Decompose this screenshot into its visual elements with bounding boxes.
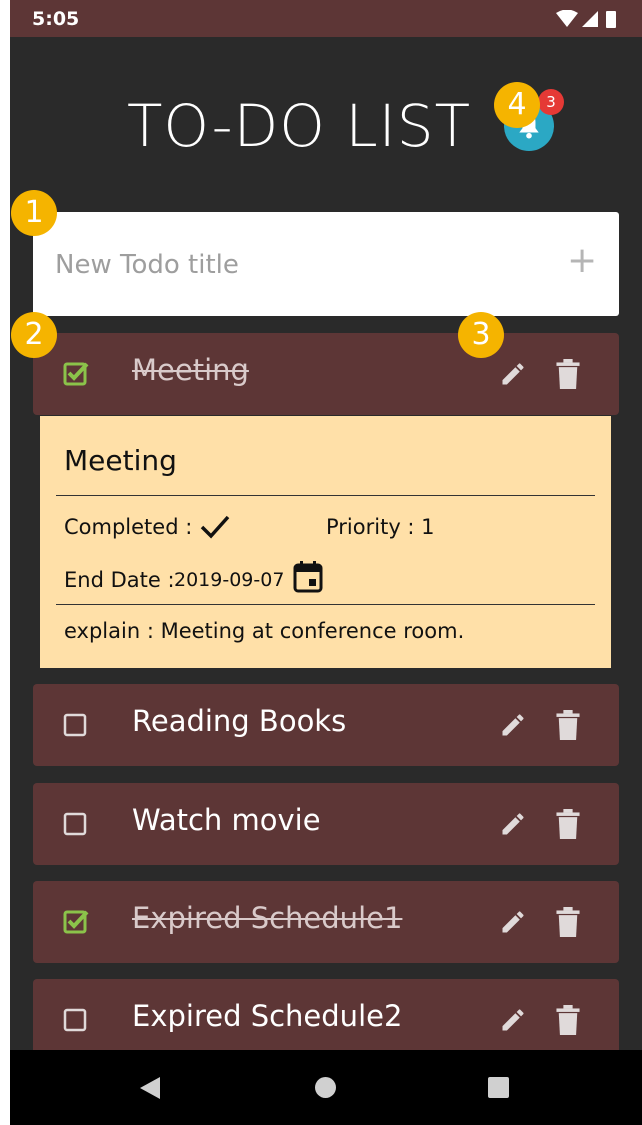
calendar-icon[interactable] [293, 561, 323, 593]
end-date-value: 2019-09-07 [174, 569, 285, 591]
todo-title: Watch movie [132, 803, 321, 837]
checkmark-icon [200, 515, 230, 539]
pencil-icon[interactable] [499, 360, 527, 388]
wifi-icon [556, 10, 578, 27]
marker-4: 4 [494, 82, 540, 128]
explain-text: explain : Meeting at conference room. [64, 619, 465, 643]
battery-icon [606, 11, 616, 28]
divider [56, 604, 595, 605]
trash-icon[interactable] [556, 1005, 580, 1035]
pencil-icon[interactable] [499, 810, 527, 838]
todo-title: Expired Schedule1 [132, 901, 403, 935]
todo-item[interactable]: Expired Schedule2 [33, 979, 619, 1061]
todo-title: Expired Schedule2 [132, 999, 403, 1033]
checkbox-unchecked-icon[interactable] [63, 712, 89, 738]
recent-apps-icon[interactable] [488, 1077, 509, 1098]
phone-screen: 5:05 TO-DO LIST 3 4 + 1 Meeting [10, 0, 642, 1125]
checkbox-unchecked-icon[interactable] [63, 1007, 89, 1033]
status-bar: 5:05 [10, 0, 642, 37]
divider [56, 495, 595, 496]
add-todo-button[interactable]: + [567, 243, 597, 279]
marker-3: 3 [458, 312, 504, 358]
todo-detail-card: Meeting Completed : Priority : 1 End Dat… [40, 416, 611, 668]
detail-title: Meeting [64, 444, 177, 477]
notification-badge: 3 [538, 89, 564, 115]
todo-item[interactable]: Watch movie [33, 783, 619, 865]
todo-item[interactable]: Reading Books [33, 684, 619, 766]
new-todo-input[interactable] [53, 238, 537, 292]
trash-icon[interactable] [556, 359, 580, 389]
marker-2: 2 [11, 312, 57, 358]
todo-item[interactable]: Expired Schedule1 [33, 881, 619, 963]
pencil-icon[interactable] [499, 1006, 527, 1034]
home-icon[interactable] [315, 1077, 336, 1098]
checkbox-checked-icon[interactable] [63, 909, 89, 935]
end-date-label: End Date : [64, 568, 175, 592]
pencil-icon[interactable] [499, 711, 527, 739]
trash-icon[interactable] [556, 907, 580, 937]
new-todo-card: + [33, 212, 619, 316]
marker-1: 1 [11, 190, 57, 236]
pencil-icon[interactable] [499, 908, 527, 936]
signal-icon [582, 11, 598, 27]
todo-item[interactable]: Meeting [33, 333, 619, 415]
todo-title: Reading Books [132, 704, 347, 738]
trash-icon[interactable] [556, 809, 580, 839]
status-time: 5:05 [32, 8, 80, 30]
priority-label: Priority : 1 [326, 515, 435, 539]
todo-title: Meeting [132, 353, 249, 387]
trash-icon[interactable] [556, 710, 580, 740]
status-icons [556, 10, 620, 28]
completed-label: Completed : [64, 515, 193, 539]
navigation-bar [10, 1050, 642, 1125]
checkbox-unchecked-icon[interactable] [63, 811, 89, 837]
checkbox-checked-icon[interactable] [63, 361, 89, 387]
back-icon[interactable] [140, 1077, 160, 1099]
